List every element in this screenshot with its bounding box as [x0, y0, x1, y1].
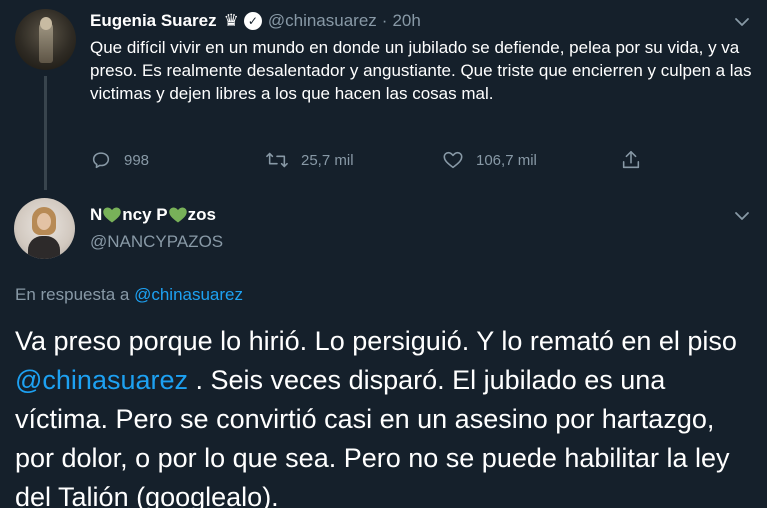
author-name[interactable]: Eugenia Suarez	[90, 11, 217, 31]
chevron-down-icon[interactable]	[732, 12, 752, 32]
verified-badge-icon: ✓	[243, 12, 262, 30]
reply-context: En respuesta a @chinasuarez	[15, 285, 243, 305]
reply-author-name-part: zos	[187, 205, 216, 224]
retweet-button[interactable]: 25,7 mil	[265, 148, 354, 172]
like-count: 106,7 mil	[476, 151, 537, 169]
heart-outline-icon	[443, 151, 463, 169]
reply-author-handle[interactable]: @NANCYPAZOS	[90, 232, 223, 252]
reply-text: Va preso porque lo hirió. Lo persiguió. …	[15, 322, 755, 508]
retweet-icon	[266, 152, 288, 168]
reply-text-part: Va preso porque lo hirió. Lo persiguió. …	[15, 326, 737, 356]
share-icon	[622, 150, 640, 169]
reply-context-mention-link[interactable]: @chinasuarez	[134, 285, 243, 304]
chevron-down-icon[interactable]	[732, 206, 752, 226]
reply-author-name-part: N	[90, 205, 103, 224]
tweet-text: Que difícil vivir en un mundo en donde u…	[90, 38, 752, 103]
author-handle[interactable]: @chinasuarez	[268, 11, 377, 31]
reply-icon	[92, 152, 110, 169]
avatar-nancy-pazos[interactable]	[14, 198, 75, 259]
tweet-actions: 998 25,7 mil 106,7 mil	[90, 148, 690, 172]
separator-dot: ·	[381, 11, 388, 30]
reply-count: 998	[124, 151, 150, 169]
mention-link[interactable]: @chinasuarez	[15, 365, 188, 395]
thread-connector-line	[44, 76, 47, 190]
reply-author-name[interactable]: N ncy P zos	[90, 205, 216, 225]
reply-author-name-part: ncy P	[122, 205, 168, 224]
share-button[interactable]	[620, 148, 654, 172]
like-button[interactable]: 106,7 mil	[442, 148, 537, 172]
crown-icon: ♛	[223, 11, 239, 30]
green-heart-icon	[168, 207, 187, 223]
twitter-thread-view: Eugenia Suarez ♛ ✓ @chinasuarez · 20h Qu…	[0, 0, 767, 508]
green-heart-icon	[103, 207, 122, 223]
tweet-header: Eugenia Suarez ♛ ✓ @chinasuarez · 20h	[90, 9, 421, 33]
tweet-time[interactable]: 20h	[392, 11, 420, 31]
reply-button[interactable]: 998	[90, 148, 149, 172]
avatar-eugenia-suarez[interactable]	[15, 9, 76, 70]
retweet-count: 25,7 mil	[301, 151, 354, 169]
reply-context-label: En respuesta a	[15, 285, 135, 304]
